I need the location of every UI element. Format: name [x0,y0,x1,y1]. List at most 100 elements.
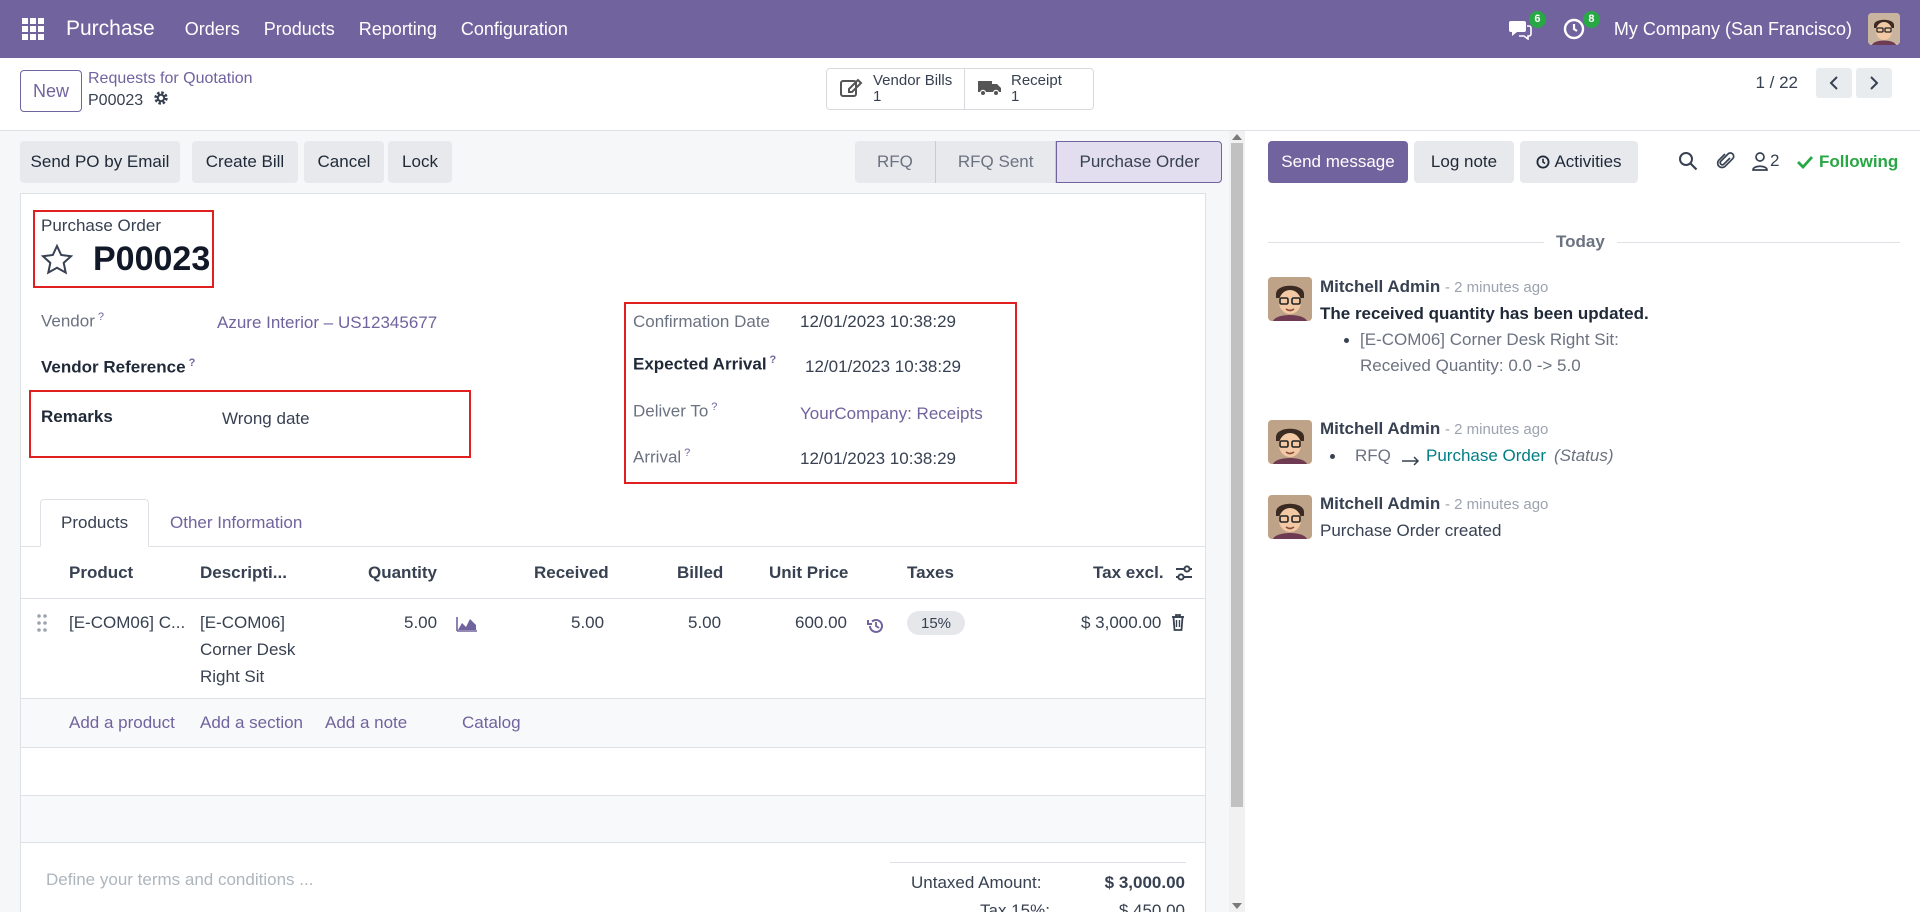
add-line-row [21,699,1205,747]
log-note-button[interactable]: Log note [1414,141,1514,183]
form-scrollbar[interactable] [1229,131,1245,912]
vendor-reference-field[interactable] [217,354,467,380]
col-quantity[interactable]: Quantity [368,563,437,583]
deliver-to-label-text: Deliver To [633,401,709,421]
new-button[interactable]: New [20,70,82,112]
app-name[interactable]: Purchase [66,17,155,41]
gear-icon[interactable] [153,90,169,111]
optional-columns-icon[interactable] [1174,563,1194,588]
cell-product[interactable]: [E-COM06] C... [69,609,185,636]
cell-billed[interactable]: 5.00 [688,609,721,636]
vendor-field[interactable]: Azure Interior – US12345677 [217,313,437,333]
col-billed[interactable]: Billed [677,563,723,583]
send-message-button[interactable]: Send message [1268,141,1408,183]
menu-products[interactable]: Products [264,19,335,40]
company-switcher[interactable]: My Company (San Francisco) [1614,19,1852,40]
pager-value[interactable]: 1 / 22 [1755,73,1798,93]
col-unit-price[interactable]: Unit Price [769,563,848,583]
stage-rfq-sent[interactable]: RFQ Sent [935,141,1057,183]
vendor-bills-count: 1 [873,88,882,105]
star-icon[interactable] [40,243,74,282]
col-taxes[interactable]: Taxes [907,563,954,583]
scroll-thumb[interactable] [1231,143,1243,807]
avatar[interactable] [1268,495,1312,539]
forecast-chart-icon[interactable] [456,616,478,637]
catalog-link[interactable]: Catalog [462,713,521,733]
lock-button[interactable]: Lock [388,141,452,183]
deliver-to-help-mark[interactable]: ? [711,401,717,413]
user-avatar[interactable] [1868,13,1900,45]
breadcrumb[interactable]: Requests for Quotation [88,70,253,88]
pager-previous-button[interactable] [1816,68,1852,98]
vendor-help-mark[interactable]: ? [98,311,104,323]
cell-unit-price[interactable]: 600.00 [795,609,847,636]
cell-received[interactable]: 5.00 [571,609,604,636]
deliver-to-field[interactable]: YourCompany: Receipts [800,404,983,424]
pager-next-button[interactable] [1856,68,1892,98]
status-to: Purchase Order [1426,446,1546,465]
vendor-bills-smart-button[interactable]: Vendor Bills 1 [827,69,964,109]
arrow-right-icon [1401,451,1421,471]
price-history-icon[interactable] [867,617,885,640]
message-time: - 2 minutes ago [1445,421,1549,438]
bullet [1330,454,1335,459]
col-received[interactable]: Received [534,563,609,583]
empty-row [21,796,1205,842]
confirmation-date-field[interactable]: 12/01/2023 10:38:29 [800,312,956,332]
confirmation-date-label: Confirmation Date [633,312,771,331]
cell-description-line: [E-COM06] [200,613,286,632]
activities-button[interactable]: Activities [1520,141,1638,183]
create-bill-button[interactable]: Create Bill [192,141,298,183]
pager: 1 / 22 [1755,68,1892,98]
cancel-button[interactable]: Cancel [304,141,384,183]
apps-grid-icon[interactable] [22,18,44,40]
vendor-reference-help-mark[interactable]: ? [189,357,196,369]
menu-configuration[interactable]: Configuration [461,19,568,40]
activities-label: Activities [1554,152,1622,171]
messages-icon[interactable]: 6 [1506,11,1546,43]
truck-icon [977,76,1003,102]
author-name[interactable]: Mitchell Admin [1320,277,1440,296]
col-tax-excl[interactable]: Tax excl. [1093,563,1164,583]
add-section-link[interactable]: Add a section [200,713,303,733]
scroll-down-arrow[interactable] [1232,903,1242,909]
col-description[interactable]: Descripti... [200,563,287,583]
arrival-field[interactable]: 12/01/2023 10:38:29 [800,449,956,469]
cell-quantity[interactable]: 5.00 [404,609,437,636]
arrival-label: Arrival? [633,447,690,468]
message-time: - 2 minutes ago [1445,496,1549,513]
avatar[interactable] [1268,420,1312,464]
add-note-link[interactable]: Add a note [325,713,407,733]
menu-orders[interactable]: Orders [185,19,240,40]
message-body: Purchase Order created [1320,521,1502,540]
activities-clock-icon[interactable]: 8 [1560,11,1600,43]
add-product-link[interactable]: Add a product [69,713,175,733]
stage-purchase-order[interactable]: Purchase Order [1056,141,1223,183]
message-time: - 2 minutes ago [1445,279,1549,296]
col-product[interactable]: Product [69,563,133,583]
author-name[interactable]: Mitchell Admin [1320,419,1440,438]
arrival-help-mark[interactable]: ? [684,447,690,459]
paperclip-icon[interactable] [1716,151,1736,176]
author-name[interactable]: Mitchell Admin [1320,494,1440,513]
expected-arrival-help-mark[interactable]: ? [770,354,777,366]
expected-arrival-field[interactable]: 12/01/2023 10:38:29 [805,357,961,377]
drag-handle-icon[interactable] [36,613,48,638]
send-po-by-email-button[interactable]: Send PO by Email [20,141,180,183]
following-button[interactable]: Following [1797,152,1898,172]
date-separator-label: Today [1544,232,1617,252]
avatar[interactable] [1268,277,1312,321]
tab-products[interactable]: Products [40,499,150,547]
terms-conditions-field[interactable]: Define your terms and conditions ... [46,870,313,890]
receipt-smart-button[interactable]: Receipt 1 [964,69,1093,109]
remarks-field[interactable]: Wrong date [222,409,310,429]
tab-other-information[interactable]: Other Information [150,499,322,547]
tax-badge[interactable]: 15% [907,611,965,635]
followers-button[interactable]: 2 [1752,151,1779,171]
trash-icon[interactable] [1171,613,1185,636]
scroll-up-arrow[interactable] [1232,134,1242,140]
cell-description[interactable]: [E-COM06] Corner Desk Right Sit [200,609,295,690]
stage-rfq[interactable]: RFQ [855,141,936,183]
search-icon[interactable] [1678,151,1698,176]
menu-reporting[interactable]: Reporting [359,19,437,40]
